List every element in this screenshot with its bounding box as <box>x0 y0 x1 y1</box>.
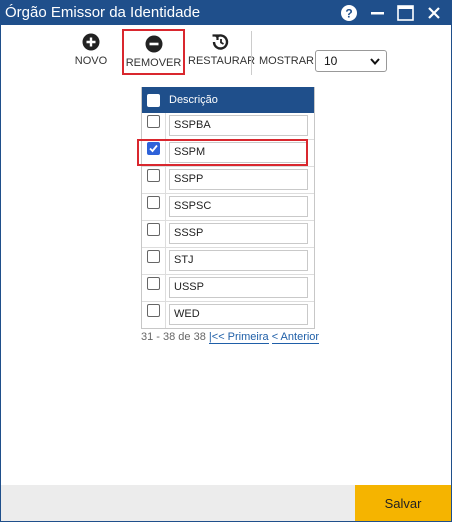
save-button[interactable]: Salvar <box>355 485 451 521</box>
remover-label: REMOVER <box>125 57 182 69</box>
description-field[interactable]: WED <box>169 304 308 325</box>
chevron-down-icon <box>370 58 380 66</box>
restore-icon <box>212 34 229 50</box>
select-all-checkbox[interactable] <box>147 94 160 107</box>
page-size-value: 10 <box>324 54 338 68</box>
table-row[interactable]: STJ <box>142 248 314 275</box>
column-divider <box>165 167 166 193</box>
description-field[interactable]: SSPSC <box>169 196 308 217</box>
novo-button[interactable]: NOVO <box>71 33 111 67</box>
column-divider <box>165 275 166 301</box>
help-icon[interactable]: ? <box>337 1 361 25</box>
table-row[interactable]: USSP <box>142 275 314 302</box>
title-bar: Órgão Emissor da Identidade ? <box>1 1 451 25</box>
column-header-descricao: Descrição <box>169 94 218 106</box>
row-checkbox[interactable] <box>147 196 160 209</box>
description-grid: Descrição SSPBA SSPM SSPP SSPSC SSSP STJ USSP W… <box>137 87 315 329</box>
pager-prev-link[interactable]: < Anterior <box>271 331 320 344</box>
remover-button[interactable]: REMOVER <box>122 29 185 75</box>
column-divider <box>165 113 166 139</box>
grid-rows: SSPBA SSPM SSPP SSPSC SSSP STJ USSP WED <box>137 113 314 328</box>
table-row[interactable]: SSSP <box>142 221 314 248</box>
pager-range: 31 - 38 de 38 <box>141 331 206 343</box>
description-field[interactable]: SSPP <box>169 169 308 190</box>
window-title: Órgão Emissor da Identidade <box>5 4 201 21</box>
row-checkbox[interactable] <box>147 142 160 155</box>
novo-label: NOVO <box>74 55 108 67</box>
description-field[interactable]: USSP <box>169 277 308 298</box>
restaurar-label: RESTAURAR <box>188 55 256 67</box>
grid-header: Descrição <box>142 87 314 113</box>
row-checkbox[interactable] <box>147 223 160 236</box>
restaurar-button[interactable]: RESTAURAR <box>188 33 256 67</box>
plus-circle-icon <box>82 33 100 51</box>
footer-bar: Salvar <box>1 485 451 521</box>
column-divider <box>165 302 166 328</box>
maximize-icon[interactable] <box>394 1 418 25</box>
close-icon[interactable] <box>422 1 446 25</box>
pager-first-link[interactable]: |<< Primeira <box>208 331 269 344</box>
description-field[interactable]: SSPBA <box>169 115 308 136</box>
minimize-icon[interactable] <box>366 1 390 25</box>
row-checkbox[interactable] <box>147 277 160 290</box>
table-row[interactable]: SSPM <box>137 139 314 167</box>
mostrar-label: MOSTRAR: <box>259 55 318 67</box>
pager: 31 - 38 de 38 |<< Primeira < Anterior <box>141 331 320 344</box>
dialog-window: Órgão Emissor da Identidade ? NOVO REMOV… <box>0 0 452 522</box>
checkmark-icon <box>149 144 158 153</box>
column-divider <box>165 194 166 220</box>
minus-circle-icon <box>145 35 162 53</box>
row-checkbox[interactable] <box>147 169 160 182</box>
row-checkbox[interactable] <box>147 115 160 128</box>
table-row[interactable]: SSPSC <box>142 194 314 221</box>
toolbar-divider <box>251 31 252 75</box>
svg-text:?: ? <box>345 7 352 21</box>
row-checkbox[interactable] <box>147 304 160 317</box>
table-row[interactable]: WED <box>142 302 314 328</box>
description-field[interactable]: SSPM <box>169 142 308 163</box>
column-divider <box>165 140 166 166</box>
description-field[interactable]: STJ <box>169 250 308 271</box>
page-size-select[interactable]: 10 <box>315 50 387 72</box>
column-divider <box>165 221 166 247</box>
description-field[interactable]: SSSP <box>169 223 308 244</box>
table-row[interactable]: SSPP <box>142 167 314 194</box>
table-row[interactable]: SSPBA <box>142 113 314 140</box>
column-divider <box>165 248 166 274</box>
row-checkbox[interactable] <box>147 250 160 263</box>
